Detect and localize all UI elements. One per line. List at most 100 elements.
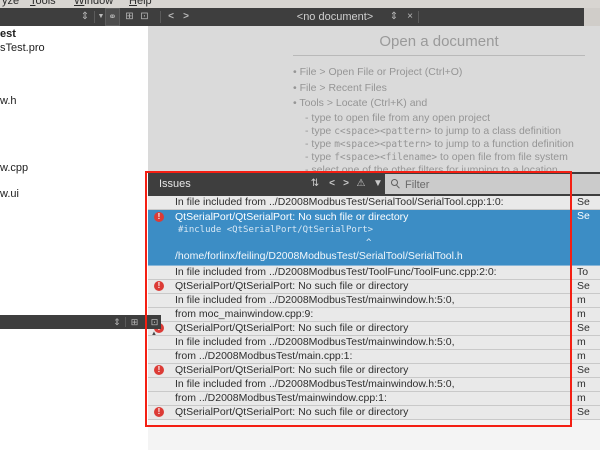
issue-row[interactable]: ! In file included from ../D2008ModbusTe… xyxy=(148,294,600,308)
issue-code-line: #include <QtSerialPort/QtSerialPort> xyxy=(148,224,600,237)
issue-file-column: m xyxy=(577,294,600,307)
help-bullet: • File > Open File or Project (Ctrl+O) xyxy=(293,65,585,81)
issues-panel-header: Issues ⇅ < > ⚠ ▼ xyxy=(148,172,600,196)
help-hint: - type to open file from any open projec… xyxy=(293,112,585,125)
issue-file-column: To xyxy=(577,266,600,279)
document-combo-arrows-icon[interactable]: ⇕ xyxy=(388,8,400,26)
issue-row[interactable]: ! from ../D2008ModbusTest/mainwindow.cpp… xyxy=(148,392,600,406)
help-bullet: • Tools > Locate (Ctrl+K) and xyxy=(293,96,585,112)
issue-file-column: Se xyxy=(577,364,600,377)
toolbar-separator xyxy=(418,11,419,23)
project-tree-sidebar: est sTest.pro w.h w.cpp w.ui ⇕ ⊞ xyxy=(0,26,148,450)
tree-file-item[interactable]: w.cpp xyxy=(0,162,28,175)
menu-item[interactable]: Tools xyxy=(30,0,56,7)
toolbar-separator xyxy=(125,317,126,327)
issue-text: QtSerialPort/QtSerialPort: No such file … xyxy=(148,322,600,335)
issue-file-column: Se xyxy=(577,280,600,293)
issue-row[interactable]: ! QtSerialPort/QtSerialPort: No such fil… xyxy=(148,322,600,336)
issue-text: In file included from ../D2008ModbusTest… xyxy=(148,294,600,307)
error-icon: ! xyxy=(154,407,164,417)
go-back-icon[interactable]: < xyxy=(165,8,177,26)
issue-row[interactable]: ! QtSerialPort/QtSerialPort: No such fil… xyxy=(148,210,600,266)
toolbar-separator xyxy=(94,11,95,23)
toolbar-right-strip xyxy=(584,8,600,26)
issue-text: from ../D2008ModbusTest/main.cpp:1: xyxy=(148,350,600,363)
tree-file-item[interactable]: sTest.pro xyxy=(0,42,45,55)
issue-file-column: m xyxy=(577,392,600,405)
sidebar-combo-arrows-icon[interactable]: ⇕ xyxy=(79,8,91,26)
sort-issues-icon[interactable]: ⇅ xyxy=(308,172,322,196)
issue-row[interactable]: ! In file included from ../D2008ModbusTe… xyxy=(148,196,600,210)
issue-file-column: m xyxy=(577,350,600,363)
close-document-icon[interactable]: × xyxy=(404,8,416,26)
issues-filter-box xyxy=(385,174,600,194)
issue-row[interactable]: ! In file included from ../D2008ModbusTe… xyxy=(148,266,600,280)
no-document-pane: Open a document • File > Open File or Pr… xyxy=(148,26,600,172)
issue-file-column: m xyxy=(577,336,600,349)
open-document-help: Open a document • File > Open File or Pr… xyxy=(293,30,585,172)
issue-row[interactable]: ! In file included from ../D2008ModbusTe… xyxy=(148,336,600,350)
issue-file-column: m xyxy=(577,308,600,321)
error-icon: ! xyxy=(154,365,164,375)
issue-file-column: Se xyxy=(577,406,600,419)
issue-text: In file included from ../D2008ModbusTest… xyxy=(148,196,600,209)
error-icon: ! xyxy=(154,212,164,222)
issue-message: QtSerialPort/QtSerialPort: No such file … xyxy=(148,211,600,224)
issue-row[interactable]: ! In file included from ../D2008ModbusTe… xyxy=(148,378,600,392)
close-pane-icon[interactable]: ⊡ xyxy=(148,315,161,329)
issue-file-path: /home/forlinx/feiling/D2008ModbusTest/Se… xyxy=(148,250,600,263)
help-hint: - type c<space><pattern> to jump to a cl… xyxy=(293,125,585,138)
top-toolbar: ⇕ ▼ ⚭ ⊞ ⊡ < > <no document> ⇕ × xyxy=(0,8,600,26)
menu-bar: yze Tools Window Help xyxy=(0,0,600,8)
menu-item[interactable]: yze xyxy=(2,0,19,7)
issue-file-column: m xyxy=(577,378,600,391)
issue-row[interactable]: ! QtSerialPort/QtSerialPort: No such fil… xyxy=(148,364,600,378)
filter-issues-icon[interactable]: ▼ xyxy=(371,172,385,196)
tree-file-item[interactable]: w.h xyxy=(0,95,17,108)
issue-text: QtSerialPort/QtSerialPort: No such file … xyxy=(148,280,600,293)
issue-detail: QtSerialPort/QtSerialPort: No such file … xyxy=(148,210,600,263)
tree-file-item[interactable]: est xyxy=(0,28,16,41)
error-icon: ! xyxy=(154,281,164,291)
help-hint: - type f<space><filename> to open file f… xyxy=(293,151,585,164)
tree-file-item[interactable]: w.ui xyxy=(0,188,19,201)
scrollbar-up-icon[interactable]: ▲ xyxy=(148,330,160,338)
issue-caret: ^ xyxy=(148,237,600,250)
sidebar-split-header: ⇕ ⊞ xyxy=(0,315,148,329)
issue-text: QtSerialPort/QtSerialPort: No such file … xyxy=(148,364,600,377)
close-sidebar-icon[interactable]: ⊡ xyxy=(138,8,151,26)
show-warnings-icon[interactable]: ⚠ xyxy=(353,172,369,196)
issues-filter-input[interactable] xyxy=(403,174,597,196)
issue-text: In file included from ../D2008ModbusTest… xyxy=(148,378,600,391)
open-document-title: Open a document xyxy=(293,30,585,56)
issue-row[interactable]: ! from ../D2008ModbusTest/main.cpp:1: m xyxy=(148,350,600,364)
issue-text: from moc_mainwindow.cpp:9: xyxy=(148,308,600,321)
issue-row[interactable]: ! QtSerialPort/QtSerialPort: No such fil… xyxy=(148,406,600,420)
menu-item[interactable]: Help xyxy=(129,0,152,7)
issue-file-column: Se xyxy=(577,210,600,223)
qt-creator-window: yze Tools Window Help ⇕ ▼ ⚭ ⊞ ⊡ < > <no … xyxy=(0,0,600,450)
search-icon xyxy=(391,179,398,186)
go-forward-icon[interactable]: > xyxy=(180,8,192,26)
menu-item[interactable]: Window xyxy=(74,0,113,7)
split-pane-icon[interactable]: ⊞ xyxy=(128,315,141,329)
issue-text: QtSerialPort/QtSerialPort: No such file … xyxy=(148,406,600,419)
issue-file-column: Se xyxy=(577,196,600,209)
toolbar-separator xyxy=(160,11,161,23)
open-document-bullets: • File > Open File or Project (Ctrl+O) •… xyxy=(293,65,585,112)
issue-row[interactable]: ! QtSerialPort/QtSerialPort: No such fil… xyxy=(148,280,600,294)
issue-file-column: Se xyxy=(577,322,600,335)
next-issue-icon[interactable]: > xyxy=(340,172,352,196)
issues-list: ! In file included from ../D2008ModbusTe… xyxy=(148,196,600,450)
issues-panel-title: Issues xyxy=(159,172,191,196)
help-bullet: • File > Recent Files xyxy=(293,81,585,97)
issue-text: In file included from ../D2008ModbusTest… xyxy=(148,266,600,279)
split-sidebar-icon[interactable]: ⊞ xyxy=(123,8,136,26)
issue-text: In file included from ../D2008ModbusTest… xyxy=(148,336,600,349)
pane-combo-arrows-icon[interactable]: ⇕ xyxy=(111,315,123,329)
issue-text: from ../D2008ModbusTest/mainwindow.cpp:1… xyxy=(148,392,600,405)
issue-row[interactable]: ! from moc_mainwindow.cpp:9: m xyxy=(148,308,600,322)
previous-issue-icon[interactable]: < xyxy=(326,172,338,196)
help-hint: - select one of the other filters for ju… xyxy=(293,164,585,173)
sync-with-editor-icon[interactable]: ⚭ xyxy=(105,8,120,26)
